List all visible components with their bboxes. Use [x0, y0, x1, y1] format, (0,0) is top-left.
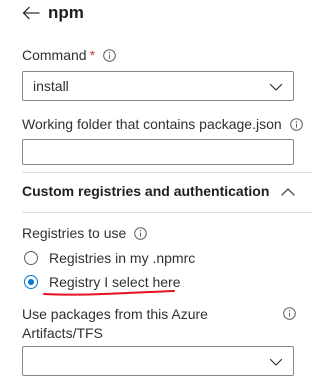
command-select[interactable]: install [22, 71, 294, 101]
required-marker: * [89, 47, 96, 63]
radio-label: Registry I select here [49, 274, 181, 290]
info-icon[interactable] [134, 226, 148, 240]
radio-button-selected[interactable] [24, 275, 38, 289]
radio-button[interactable] [24, 251, 38, 265]
radio-option-select-here[interactable]: Registry I select here [24, 274, 181, 290]
chevron-down-icon [269, 358, 283, 366]
info-icon[interactable] [283, 307, 296, 320]
section-divider [22, 212, 312, 213]
back-button[interactable] [18, 0, 44, 26]
registries-label-row: Registries to use [22, 225, 148, 241]
working-folder-label: Working folder that contains package.jso… [22, 116, 282, 132]
info-icon[interactable] [103, 48, 116, 62]
radio-dot [28, 279, 34, 285]
section-divider [22, 172, 312, 173]
feed-select[interactable] [22, 346, 294, 376]
working-folder-input[interactable] [22, 139, 294, 165]
radio-option-npmrc[interactable]: Registries in my .npmrc [24, 250, 195, 266]
feed-label-line1: Use packages from this Azure Artifacts/T… [22, 306, 208, 341]
chevron-down-icon [269, 83, 283, 91]
info-icon[interactable] [289, 117, 303, 131]
command-label: Command [22, 47, 87, 63]
page-title: npm [48, 3, 84, 22]
panel-header: npm [0, 0, 334, 30]
command-label-row: Command * [22, 47, 116, 63]
chevron-up-icon[interactable] [280, 184, 296, 200]
section-title: Custom registries and authentication [22, 183, 270, 199]
working-folder-label-row: Working folder that contains package.jso… [22, 116, 303, 132]
task-settings-panel: npm Command * install Working folder tha… [0, 0, 334, 382]
arrow-left-icon [22, 6, 40, 20]
red-underline-annotation [43, 290, 175, 296]
custom-registries-section-header[interactable]: Custom registries and authentication [22, 183, 312, 203]
radio-label: Registries in my .npmrc [49, 250, 196, 266]
command-select-value: install [33, 78, 69, 94]
registries-to-use-label: Registries to use [22, 225, 127, 241]
